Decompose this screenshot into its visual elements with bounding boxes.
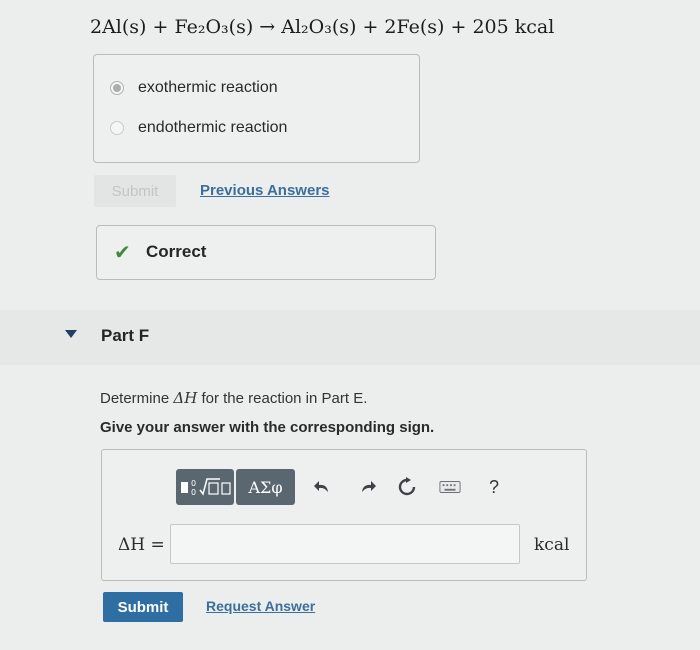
part-title[interactable]: Part F (101, 326, 149, 346)
svg-text:0: 0 (191, 488, 196, 497)
delta-h-label: ΔH = (118, 535, 165, 555)
submit-button-disabled: Submit (94, 175, 176, 207)
feedback-label: Correct (146, 242, 207, 261)
reaction-equation: 2Al(s) + Fe₂O₃(s) → Al₂O₃(s) + 2Fe(s) + … (90, 16, 555, 38)
redo-icon[interactable] (356, 476, 378, 498)
reset-icon[interactable] (396, 476, 418, 498)
choice-exothermic[interactable]: exothermic reaction (110, 79, 278, 97)
question-prefix: Determine (100, 390, 174, 407)
help-icon[interactable]: ? (483, 476, 505, 498)
unit-label: kcal (534, 535, 570, 555)
choice-label: endothermic reaction (138, 119, 288, 136)
choice-endothermic[interactable]: endothermic reaction (110, 119, 287, 137)
question-text: Determine ΔH for the reaction in Part E. (100, 389, 367, 407)
request-answer-link[interactable]: Request Answer (206, 598, 315, 614)
undo-icon[interactable] (312, 476, 334, 498)
math-toolbar: 0 0 ΑΣφ ? (168, 464, 523, 512)
feedback-box: ✔ Correct (96, 225, 436, 280)
answer-choices: exothermic reaction endothermic reaction (93, 54, 420, 163)
keyboard-icon[interactable] (439, 476, 461, 498)
svg-text:0: 0 (191, 479, 196, 488)
submit-button[interactable]: Submit (103, 592, 183, 622)
collapse-caret-icon[interactable] (65, 330, 77, 338)
delta-h-input[interactable] (170, 524, 520, 564)
radio-unselected-icon[interactable] (110, 121, 124, 135)
templates-button[interactable]: 0 0 (176, 469, 234, 505)
question-suffix: for the reaction in Part E. (197, 390, 368, 407)
instruction-text: Give your answer with the corresponding … (100, 419, 435, 436)
greek-symbols-button[interactable]: ΑΣφ (236, 469, 295, 505)
question-symbol: ΔH (173, 389, 198, 407)
previous-answers-link[interactable]: Previous Answers (200, 182, 330, 199)
choice-label: exothermic reaction (138, 79, 278, 96)
check-icon: ✔ (114, 242, 131, 264)
radio-selected-icon[interactable] (110, 81, 124, 95)
templates-icon: 0 0 (181, 478, 231, 497)
